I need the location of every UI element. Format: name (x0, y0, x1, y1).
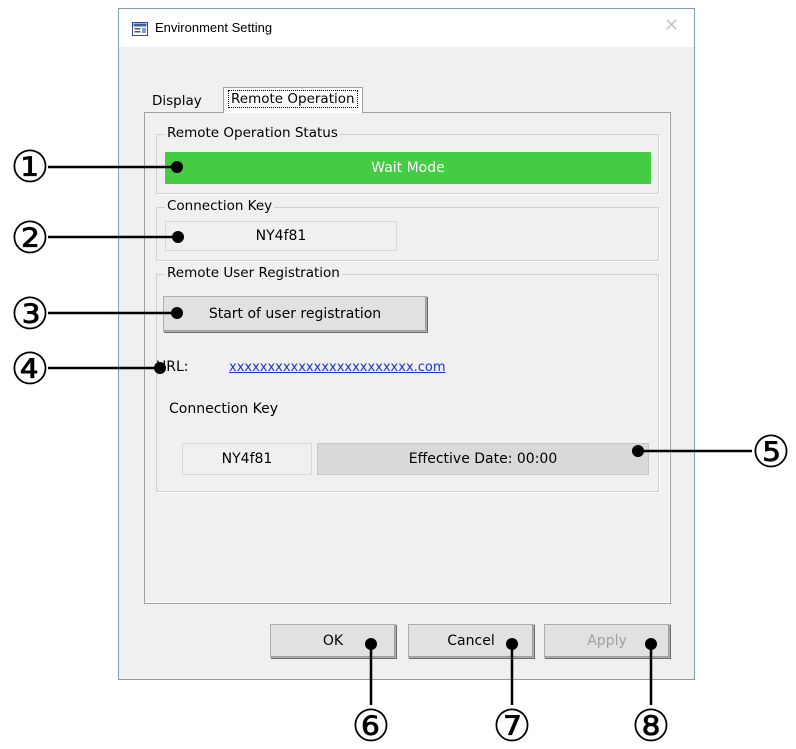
callout-marker-5: ⑤ (751, 427, 790, 478)
callout-marker-8: ⑧ (631, 701, 670, 749)
connection-key-value: NY4f81 (165, 221, 397, 251)
window-title: Environment Setting (155, 20, 273, 35)
callout-marker-6: ⑥ (351, 701, 390, 749)
ok-button[interactable]: OK (270, 624, 396, 658)
callout-marker-1: ① (10, 142, 49, 193)
callout-marker-4: ④ (10, 344, 49, 395)
remote-status-legend: Remote Operation Status (165, 125, 340, 141)
tab-remote-operation-label: Remote Operation (228, 90, 358, 108)
tab-display[interactable]: Display (152, 93, 202, 109)
callout-marker-3: ③ (10, 289, 49, 340)
remote-status-indicator: Wait Mode (165, 152, 651, 184)
callout-marker-7: ⑦ (492, 701, 531, 749)
registration-legend: Remote User Registration (165, 265, 342, 281)
connection-key-legend: Connection Key (165, 198, 275, 214)
environment-setting-dialog: Environment Setting ✕ Display Remote Ope… (118, 8, 695, 680)
close-icon[interactable]: ✕ (664, 15, 679, 36)
registration-key-label: Connection Key (169, 401, 279, 417)
cancel-button[interactable]: Cancel (408, 624, 534, 658)
apply-button[interactable]: Apply (544, 624, 670, 658)
callout-marker-2: ② (10, 213, 49, 264)
effective-date: Effective Date: 00:00 (317, 443, 649, 475)
tab-remote-operation[interactable]: Remote Operation (223, 87, 363, 113)
registration-key-value: NY4f81 (182, 443, 312, 475)
url-label: URL: (156, 359, 189, 375)
registration-url-link[interactable]: xxxxxxxxxxxxxxxxxxxxxxxx.com (229, 360, 446, 375)
start-registration-button[interactable]: Start of user registration (163, 296, 427, 332)
title-bar: Environment Setting ✕ (119, 9, 694, 47)
app-settings-icon (132, 22, 148, 36)
